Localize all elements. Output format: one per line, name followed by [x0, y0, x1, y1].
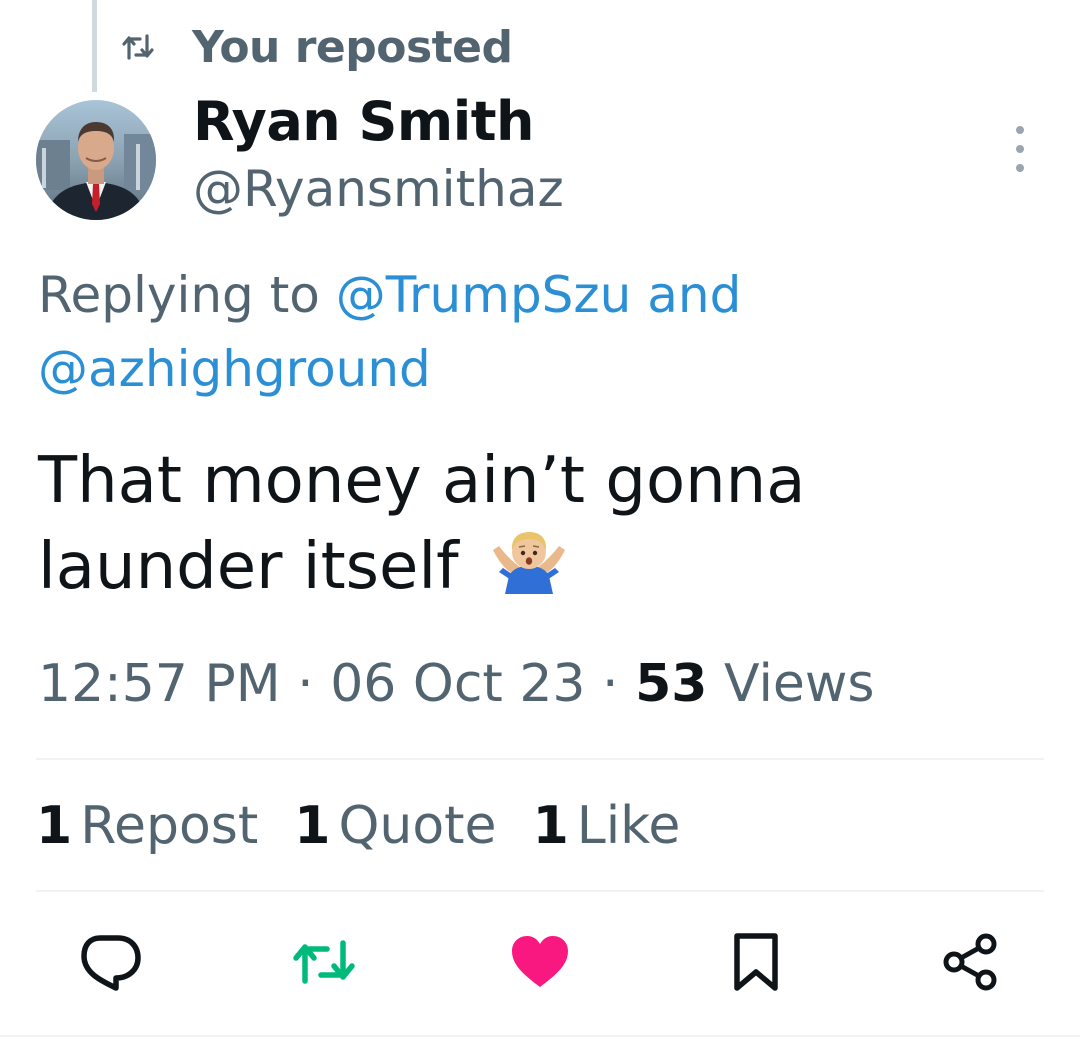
replying-to-label: Replying to	[38, 266, 320, 324]
meta-separator: ·	[297, 654, 314, 714]
repost-banner[interactable]: You reposted	[118, 18, 513, 76]
action-bar	[0, 922, 1080, 1006]
person-shrugging-emoji	[487, 528, 571, 616]
divider	[36, 890, 1044, 892]
mention-link[interactable]: @TrumpSzu	[336, 266, 632, 324]
more-vertical-icon	[1016, 126, 1024, 134]
tweet-text-line: That money ain’t gonna	[38, 444, 806, 518]
tweet-meta: 12:57 PM · 06 Oct 23 · 53 Views	[38, 654, 875, 714]
likes-count: 1	[532, 796, 569, 856]
avatar[interactable]	[36, 100, 156, 220]
tweet-text: That money ain’t gonna launder itself	[38, 438, 1048, 616]
author-handle[interactable]: @Ryansmithaz	[193, 160, 564, 218]
reply-context: Replying to @TrumpSzu and @azhighground	[38, 258, 1038, 406]
more-vertical-icon-dot	[1016, 164, 1024, 172]
likes-stat[interactable]: 1 Like	[533, 796, 681, 856]
reposts-count: 1	[36, 796, 73, 856]
bottom-divider	[0, 1035, 1080, 1037]
engagement-stats: 1 Repost 1 Quote 1 Like	[36, 796, 680, 856]
views-label: Views	[724, 654, 875, 714]
thread-line	[92, 0, 97, 92]
quotes-count: 1	[294, 796, 331, 856]
tweet-text-line: launder itself	[38, 530, 459, 604]
reposts-label: Repost	[80, 796, 259, 856]
reposts-stat[interactable]: 1 Repost	[36, 796, 258, 856]
bookmark-icon	[732, 932, 780, 996]
reply-button[interactable]	[68, 922, 152, 1006]
views-count: 53	[635, 654, 708, 714]
share-button[interactable]	[928, 922, 1012, 1006]
tweet-date[interactable]: 06 Oct 23	[330, 654, 585, 714]
repost-icon	[291, 937, 357, 991]
more-vertical-icon-dot	[1016, 145, 1024, 153]
repost-banner-label: You reposted	[192, 21, 513, 73]
heart-icon	[510, 935, 570, 993]
mention-link[interactable]: @azhighground	[38, 340, 431, 398]
author-display-name[interactable]: Ryan Smith	[193, 90, 534, 153]
repost-button[interactable]	[282, 922, 366, 1006]
mention-conjunction: and	[647, 266, 742, 324]
likes-label: Like	[576, 796, 681, 856]
meta-separator: ·	[602, 654, 619, 714]
repost-icon	[118, 27, 158, 67]
quotes-label: Quote	[338, 796, 497, 856]
bookmark-button[interactable]	[714, 922, 798, 1006]
like-button[interactable]	[498, 922, 582, 1006]
share-icon	[940, 932, 1000, 996]
comment-icon	[78, 932, 142, 996]
divider	[36, 758, 1044, 760]
more-options-button[interactable]	[1000, 126, 1040, 172]
tweet-time[interactable]: 12:57 PM	[38, 654, 281, 714]
quotes-stat[interactable]: 1 Quote	[294, 796, 496, 856]
